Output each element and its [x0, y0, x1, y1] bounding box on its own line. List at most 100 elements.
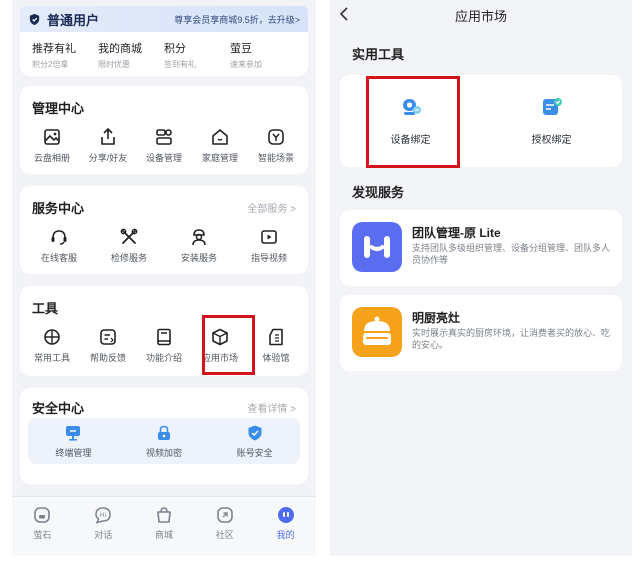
item-label: 指导视频 — [250, 253, 287, 263]
profile-page: 普通用户 尊享会员享商城9.5折，去升级> 推荐有礼 积分2倍拿 我的商城 限时… — [12, 0, 316, 556]
perk-subtitle: 速来参加 — [230, 60, 262, 69]
back-arrow-icon[interactable] — [338, 6, 350, 22]
card-title: 工具 — [32, 301, 59, 316]
mgmt-item-home[interactable]: 家庭管理 — [192, 127, 248, 164]
tab-label: 社区 — [215, 530, 234, 540]
tab-ezviz[interactable]: 萤石 — [12, 497, 73, 556]
item-label: 安装服务 — [180, 253, 217, 263]
tool-label: 授权绑定 — [531, 135, 572, 146]
perk-referral[interactable]: 推荐有礼 积分2倍拿 — [32, 40, 98, 76]
tab-label: 我的 — [276, 530, 295, 540]
security-details-link[interactable]: 查看详情 > — [247, 400, 296, 415]
installer-icon — [192, 229, 206, 246]
card-title: 服务中心 — [32, 201, 85, 216]
service-team-manage[interactable]: 团队管理-原 Lite 支持团队多级组织管理、设备分组管理、团队多人员协作等 — [340, 210, 622, 286]
security-item-video-encrypt[interactable]: 视频加密 — [119, 418, 210, 464]
mgmt-item-smart-scene[interactable]: 智能场景 — [248, 127, 304, 164]
chat-icon: Hi — [95, 507, 111, 524]
perks-row: 推荐有礼 积分2倍拿 我的商城 限时优惠 积分 签到有礼 萤豆 速来参加 — [20, 32, 308, 76]
home-icon — [212, 129, 228, 145]
perk-my-mall[interactable]: 我的商城 限时优惠 — [98, 40, 164, 76]
mgmt-item-album[interactable]: 云盘相册 — [24, 127, 80, 164]
service-item-install[interactable]: 安装服务 — [164, 227, 234, 264]
mgmt-item-device[interactable]: 设备管理 — [136, 127, 192, 164]
kitchen-pot-icon — [352, 307, 402, 357]
item-label: 终端管理 — [55, 448, 92, 458]
tool-auth-bind[interactable]: 授权绑定 — [481, 75, 622, 167]
item-label: 设备管理 — [145, 153, 182, 163]
svg-text:Hi: Hi — [100, 512, 107, 519]
tool-item-feedback[interactable]: 帮助反馈 — [80, 327, 136, 364]
tab-label: 萤石 — [33, 530, 52, 540]
section-title-tools: 实用工具 — [352, 47, 405, 62]
tab-me[interactable]: 我的 — [255, 497, 316, 556]
card-title: 安全中心 — [32, 401, 85, 416]
book-icon — [157, 328, 171, 346]
item-label: 在线客服 — [40, 253, 77, 263]
smart-scene-icon — [268, 129, 284, 145]
management-center-card: 管理中心 云盘相册 分享/好友 设备管理 家庭管理 智能场景 — [20, 86, 308, 174]
perk-title: 积分 — [164, 43, 186, 55]
member-level: 普通用户 — [47, 12, 100, 28]
member-banner[interactable]: 普通用户 尊享会员享商城9.5折，去升级> — [20, 6, 308, 32]
service-title: 团队管理-原 Lite — [412, 226, 501, 240]
highlight-box-device-bind — [366, 76, 460, 168]
security-items: 终端管理 视频加密 账号安全 — [28, 418, 300, 464]
share-icon — [101, 127, 115, 145]
service-description: 实时展示真实的厨房环境，让消费者买的放心、吃的安心。 — [412, 328, 611, 350]
service-bright-kitchen[interactable]: 明厨亮灶 实时展示真实的厨房环境，让消费者买的放心、吃的安心。 — [340, 295, 622, 371]
member-shield-icon — [29, 13, 40, 25]
perk-points[interactable]: 积分 签到有礼 — [164, 40, 230, 76]
me-icon — [277, 507, 294, 523]
item-label: 视频加密 — [146, 448, 183, 458]
item-label: 功能介绍 — [145, 353, 182, 363]
shield-check-icon — [248, 425, 262, 441]
security-item-terminal[interactable]: 终端管理 — [28, 418, 119, 464]
experience-hall-icon — [269, 328, 283, 346]
service-center-card: 服务中心 全部服务 > 在线客服 检修服务 安装服务 指导视频 — [20, 186, 308, 274]
all-services-link[interactable]: 全部服务 > — [247, 200, 296, 215]
service-item-repair[interactable]: 检修服务 — [94, 227, 164, 264]
photo-album-icon — [44, 129, 60, 145]
mgmt-item-share[interactable]: 分享/好友 — [80, 127, 136, 164]
monitor-icon — [66, 426, 81, 441]
item-label: 常用工具 — [33, 353, 70, 363]
item-label: 云盘相册 — [33, 153, 70, 163]
play-video-icon — [261, 230, 277, 244]
security-item-account[interactable]: 账号安全 — [209, 418, 300, 464]
headset-icon — [51, 230, 67, 245]
perk-subtitle: 限时优惠 — [98, 60, 130, 69]
auth-bind-icon — [542, 98, 562, 115]
service-item-video[interactable]: 指导视频 — [234, 227, 304, 264]
feedback-icon — [100, 329, 116, 345]
globe-icon — [44, 329, 60, 345]
perk-subtitle: 积分2倍拿 — [32, 60, 69, 69]
shop-bag-icon — [157, 507, 171, 523]
member-upgrade-link[interactable]: 尊享会员享商城9.5折，去升级> — [174, 13, 300, 26]
service-item-online[interactable]: 在线客服 — [24, 227, 94, 264]
device-manage-icon — [156, 129, 172, 145]
item-label: 智能场景 — [257, 153, 294, 163]
perk-beans[interactable]: 萤豆 速来参加 — [230, 40, 296, 76]
tab-community[interactable]: 社区 — [194, 497, 255, 556]
tool-item-intro[interactable]: 功能介绍 — [136, 327, 192, 364]
team-manage-icon — [352, 222, 402, 272]
bottom-tab-bar: 萤石 Hi 对话 商城 社区 我的 — [12, 496, 316, 556]
tab-shop[interactable]: 商城 — [134, 497, 195, 556]
tools-card: 工具 常用工具 帮助反馈 功能介绍 应用市场 体验馆 — [20, 286, 308, 376]
tab-chat[interactable]: Hi 对话 — [73, 497, 134, 556]
service-title: 明厨亮灶 — [412, 311, 461, 325]
security-center-card: 安全中心 查看详情 > 终端管理 视频加密 账号安全 — [20, 388, 308, 484]
section-title-discover: 发现服务 — [352, 185, 405, 200]
item-label: 体验馆 — [262, 353, 290, 363]
tool-item-experience[interactable]: 体验馆 — [248, 327, 304, 364]
nav-bar: 应用市场 — [330, 0, 632, 30]
tab-label: 商城 — [154, 530, 173, 540]
lock-icon — [158, 425, 170, 440]
app-market-page: 应用市场 实用工具 设备绑定 授权绑定 发现服务 团队管理-原 Lite 支持团… — [330, 0, 632, 556]
tool-item-common[interactable]: 常用工具 — [24, 327, 80, 364]
wrench-icon — [120, 228, 138, 244]
perk-title: 萤豆 — [230, 43, 252, 55]
perk-title: 我的商城 — [98, 43, 142, 55]
ezviz-icon — [34, 507, 51, 523]
